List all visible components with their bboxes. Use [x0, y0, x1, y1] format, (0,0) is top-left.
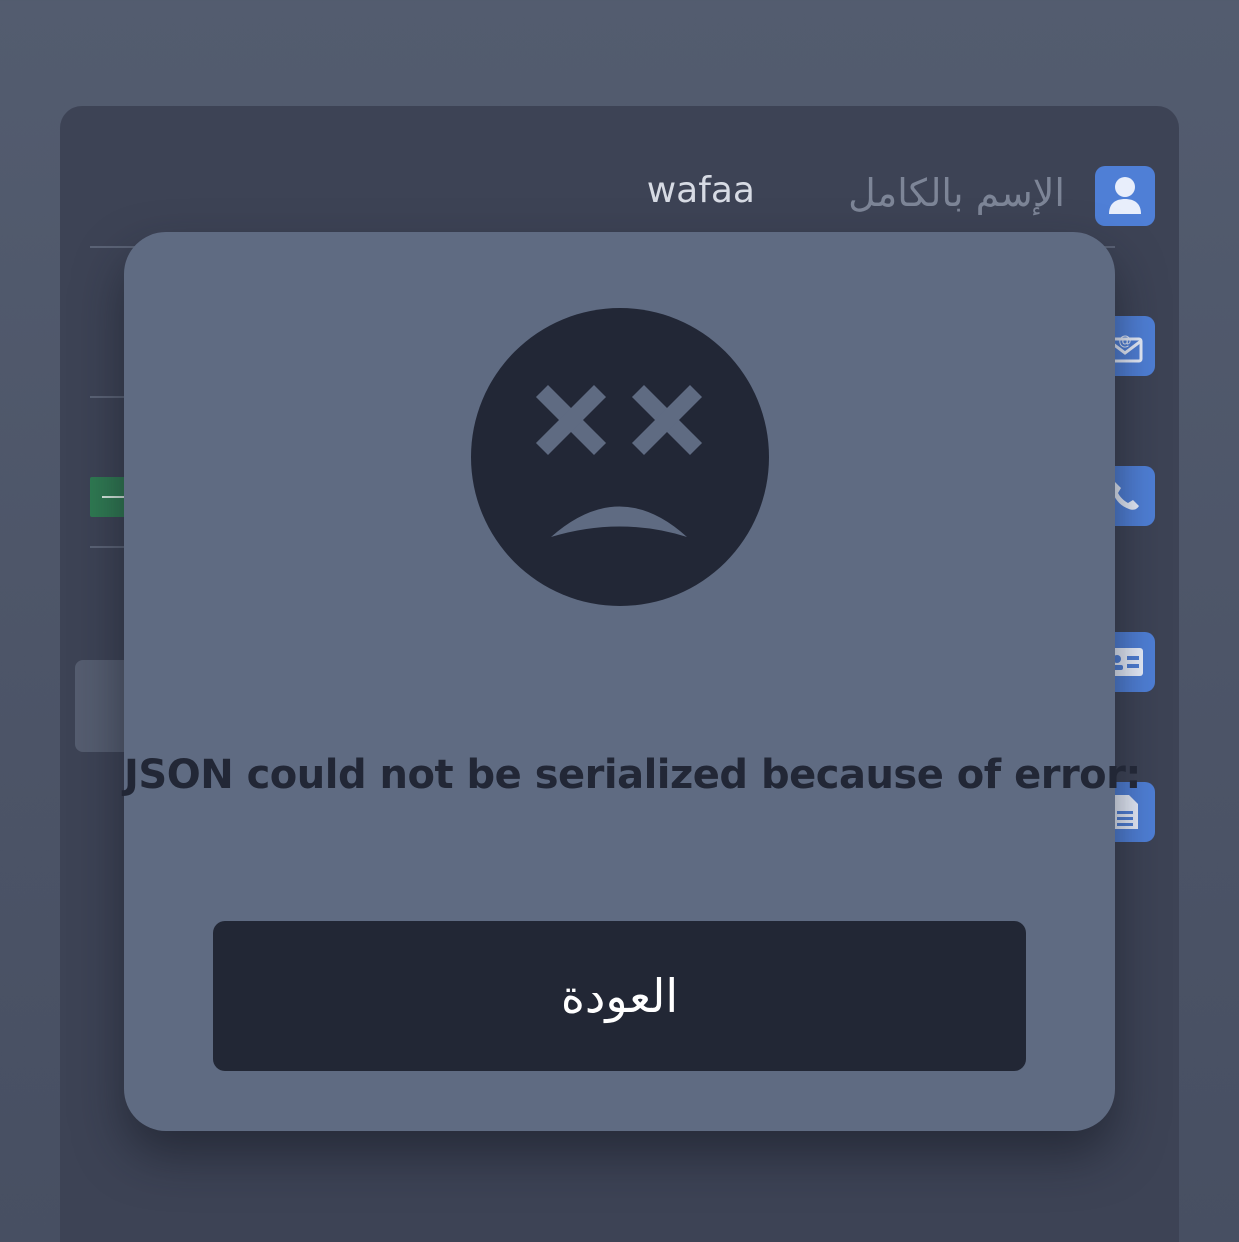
full-name-value[interactable]: wafaa	[647, 170, 755, 211]
sad-face-icon	[471, 308, 769, 606]
svg-text:@: @	[1119, 334, 1132, 349]
back-button[interactable]: العودة	[213, 921, 1026, 1071]
error-dialog: JSON could not be serialized because of …	[124, 232, 1141, 1131]
error-message: JSON could not be serialized because of …	[124, 752, 1141, 798]
user-icon	[1095, 166, 1155, 226]
full-name-label: الإسم بالكامل	[848, 171, 1065, 215]
